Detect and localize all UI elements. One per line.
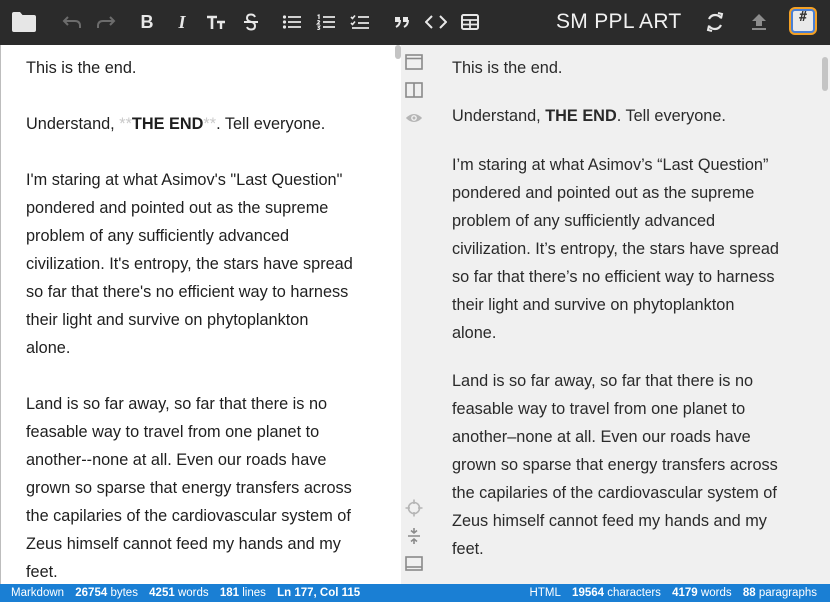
editor-line: problem of any sufficiently advanced bbox=[26, 227, 290, 245]
editor-line: grown so sparse that energy transfers ac… bbox=[26, 479, 352, 497]
words-label: words bbox=[177, 587, 209, 599]
bytes-count: 26754 bbox=[75, 587, 108, 599]
editor-line: so far that there's no efficient way to … bbox=[26, 283, 349, 301]
preview-line: so far that there’s no efficient way to … bbox=[452, 268, 775, 286]
editor-line: Understand, **THE END**. Tell everyone. bbox=[26, 115, 325, 134]
editor-line: their light and survive on phytoplankton bbox=[26, 311, 309, 329]
markdown-stats: Markdown 26754 bytes 4251 words 181 line… bbox=[11, 584, 360, 602]
checklist-icon[interactable] bbox=[349, 8, 371, 36]
line-text: Understand, bbox=[452, 107, 546, 125]
html-words-count: 4179 bbox=[672, 587, 698, 599]
characters-count: 19564 bbox=[572, 587, 605, 599]
view-mode-rail bbox=[401, 45, 427, 584]
strikethrough-icon[interactable] bbox=[240, 8, 262, 36]
folder-icon[interactable] bbox=[10, 8, 38, 36]
editor-line: civilization. It's entropy, the stars ha… bbox=[26, 255, 353, 273]
paragraphs-count: 88 bbox=[742, 587, 756, 599]
bold-icon[interactable]: B bbox=[137, 8, 157, 36]
editor-line: Zeus himself cannot feed my hands and my bbox=[26, 535, 341, 553]
redo-icon[interactable] bbox=[94, 8, 118, 36]
markdown-bold-marker: ** bbox=[119, 115, 132, 133]
markdown-editor[interactable]: This is the end. Understand, **THE END**… bbox=[0, 45, 401, 584]
bold-text: THE END bbox=[545, 107, 617, 125]
preview-line: Understand, THE END. Tell everyone. bbox=[452, 107, 726, 126]
bytes-label: bytes bbox=[110, 587, 138, 599]
editor-line: This is the end. bbox=[26, 59, 137, 77]
words-count: 4251 bbox=[149, 587, 175, 599]
markdown-menu-button[interactable]: # bbox=[789, 7, 817, 35]
hash-icon: # bbox=[791, 9, 815, 33]
editor-line: feasable way to travel from one planet t… bbox=[26, 423, 320, 441]
preview-line: I’m staring at what Asimov’s “Last Quest… bbox=[452, 156, 769, 174]
editor-only-icon[interactable] bbox=[405, 53, 423, 71]
sync-scroll-icon[interactable] bbox=[405, 499, 423, 517]
preview-line: grown so sparse that energy transfers ac… bbox=[452, 456, 778, 474]
publish-icon[interactable] bbox=[748, 8, 770, 36]
editor-line: Land is so far away, so far that there i… bbox=[26, 395, 328, 413]
editor-line: pondered and pointed out as the supreme bbox=[26, 199, 329, 217]
preview-line: Land is so far away, so far that there i… bbox=[452, 372, 754, 390]
lines-label: lines bbox=[242, 587, 266, 599]
markdown-mode-label: Markdown bbox=[11, 587, 65, 599]
preview-line: alone. bbox=[452, 324, 497, 342]
editor-line: the capilaries of the cardiovascular sys… bbox=[26, 507, 351, 525]
distraction-free-icon[interactable] bbox=[405, 555, 423, 573]
preview-line: Zeus himself cannot feed my hands and my bbox=[452, 512, 767, 530]
unordered-list-icon[interactable] bbox=[281, 8, 303, 36]
cursor-position: Ln 177, Col 115 bbox=[277, 587, 361, 599]
split-view-icon[interactable] bbox=[405, 81, 423, 99]
undo-icon[interactable] bbox=[60, 8, 84, 36]
fit-width-icon[interactable] bbox=[405, 527, 423, 545]
heading-icon[interactable] bbox=[205, 8, 227, 36]
ordered-list-icon[interactable] bbox=[315, 8, 337, 36]
preview-eye-icon[interactable] bbox=[405, 109, 423, 127]
characters-label: characters bbox=[607, 587, 661, 599]
html-preview[interactable]: This is the end. Understand, THE END. Te… bbox=[427, 45, 830, 584]
status-bar: Markdown 26754 bytes 4251 words 181 line… bbox=[0, 584, 830, 602]
preview-line: pondered and pointed out as the supreme bbox=[452, 184, 755, 202]
preview-line: feet. bbox=[452, 540, 484, 558]
preview-line: their light and survive on phytoplankton bbox=[452, 296, 735, 314]
editor-line: alone. bbox=[26, 339, 71, 357]
line-text: Understand, bbox=[26, 115, 120, 133]
code-icon[interactable] bbox=[424, 8, 448, 36]
italic-icon[interactable]: I bbox=[172, 8, 192, 36]
preview-line: feasable way to travel from one planet t… bbox=[452, 400, 746, 418]
editor-line: I'm staring at what Asimov's "Last Quest… bbox=[26, 171, 343, 189]
blockquote-icon[interactable] bbox=[392, 8, 412, 36]
line-text: . Tell everyone. bbox=[216, 115, 326, 133]
html-stats: HTML 19564 characters 4179 words 88 para… bbox=[530, 584, 817, 602]
editor-line: feet. bbox=[26, 563, 58, 581]
preview-line: This is the end. bbox=[452, 59, 563, 77]
lines-count: 181 bbox=[219, 587, 240, 599]
preview-line: problem of any sufficiently advanced bbox=[452, 212, 716, 230]
document-title[interactable]: SM PPL ART bbox=[556, 10, 682, 36]
preview-line: another–none at all. Even our roads have bbox=[452, 428, 751, 446]
sync-icon[interactable] bbox=[704, 8, 726, 36]
html-words-label: words bbox=[700, 587, 732, 599]
paragraphs-label: paragraphs bbox=[758, 587, 817, 599]
main-toolbar: B I SM PPL ART # bbox=[0, 0, 830, 45]
html-mode-label: HTML bbox=[529, 587, 561, 599]
editor-line: another--none at all. Even our roads hav… bbox=[26, 451, 327, 469]
preview-line: the capilaries of the cardiovascular sys… bbox=[452, 484, 777, 502]
line-text: . Tell everyone. bbox=[616, 107, 726, 125]
markdown-bold-marker: ** bbox=[203, 115, 217, 133]
preview-line: civilization. It’s entropy, the stars ha… bbox=[452, 240, 779, 258]
preview-scrollbar[interactable] bbox=[822, 57, 828, 91]
bold-text: THE END bbox=[131, 115, 204, 133]
table-icon[interactable] bbox=[459, 8, 481, 36]
